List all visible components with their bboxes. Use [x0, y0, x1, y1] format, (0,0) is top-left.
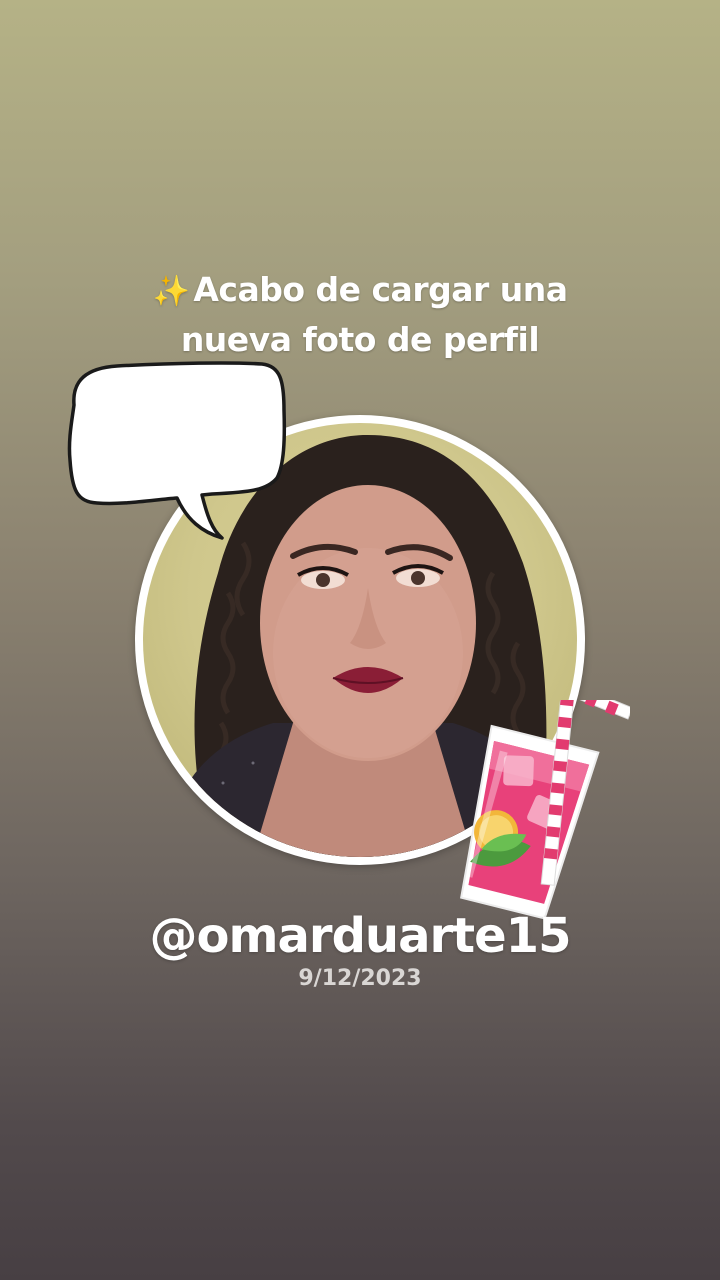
headline-line-2: nueva foto de perfil	[180, 320, 540, 359]
pink-drink-icon	[460, 700, 630, 920]
sparkles-icon: ✨	[152, 274, 190, 309]
username: @omarduarte15	[149, 908, 572, 964]
speech-bubble-icon	[67, 361, 287, 540]
headline: ✨ Acabo de cargar una nueva foto de perfi…	[0, 266, 720, 364]
headline-text-1: Acabo de cargar una	[193, 270, 568, 309]
headline-line-1: ✨ Acabo de cargar una	[0, 266, 720, 316]
upload-date: 9/12/2023	[298, 966, 422, 991]
